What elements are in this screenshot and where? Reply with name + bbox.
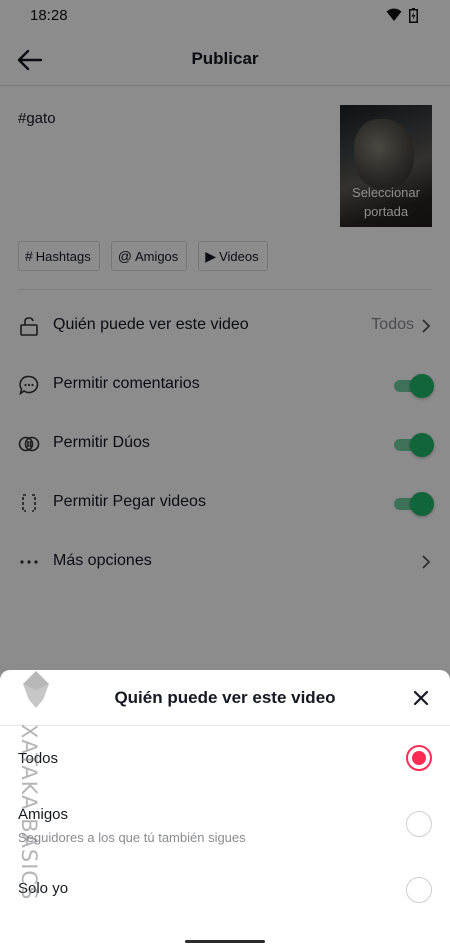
sheet-header: Quién puede ver este video [0,670,450,726]
watermark-text: XATAKA BASICS [17,724,41,901]
radio-unselected[interactable] [406,811,432,837]
option-todos[interactable]: Todos [0,742,450,798]
sheet-title: Quién puede ver este video [114,688,336,707]
privacy-bottom-sheet: Quién puede ver este video Todos Amigos … [0,670,450,950]
publish-screen: 18:28 Publicar #gato Seleccionar portada… [0,0,450,950]
close-icon[interactable] [410,687,432,709]
home-indicator[interactable] [185,940,265,943]
watermark: XATAKA BASICS [5,670,59,940]
option-solo-yo[interactable]: Solo yo [0,868,450,924]
xataka-logo-icon [23,671,49,708]
radio-unselected[interactable] [406,877,432,903]
radio-selected[interactable] [406,745,432,771]
option-amigos[interactable]: Amigos Seguidores a los que tú también s… [0,798,450,854]
